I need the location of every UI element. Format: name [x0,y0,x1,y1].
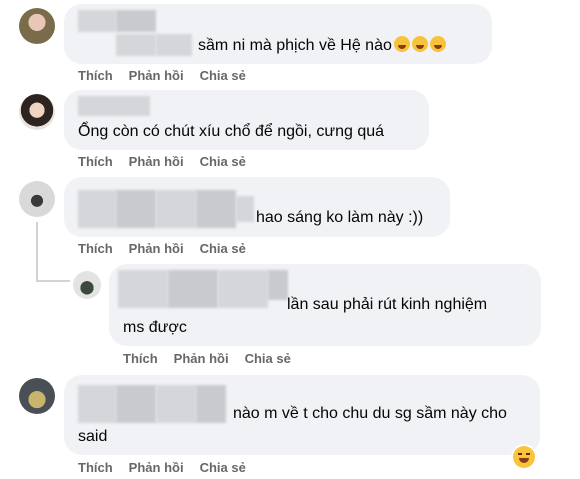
commenter-avatar[interactable] [19,181,55,217]
comment-actions: Thích Phản hồi Chia sẻ [78,68,262,83]
redacted-name [78,190,116,228]
reply-thread-line [36,280,70,282]
like-button[interactable]: Thích [78,241,113,256]
redacted-name [116,190,156,228]
redacted-name [236,196,254,222]
comment-text: lần sau phải rút kinh nghiệm [287,296,488,313]
redacted-name [78,385,116,423]
share-button[interactable]: Chia sẻ [200,68,246,83]
redacted-name [268,270,288,300]
redacted-name [156,34,192,56]
redacted-name [156,190,196,228]
redacted-name [116,10,156,32]
comment-text: said [78,428,108,445]
share-button[interactable]: Chia sẻ [200,460,246,475]
like-button[interactable]: Thích [78,460,113,475]
commenter-avatar[interactable] [73,271,101,299]
rofl-emoji [411,36,428,52]
redacted-name [168,270,218,308]
rofl-emoji [393,36,410,52]
commenter-avatar[interactable] [19,8,55,44]
laughing-emoji[interactable] [513,446,535,468]
commenter-avatar[interactable] [19,94,55,130]
redacted-name [196,385,226,423]
redacted-name [156,385,196,423]
reply-button[interactable]: Phản hồi [129,241,184,256]
comment-text: sầm ni mà phịch về Hệ nào [198,35,446,57]
share-button[interactable]: Chia sẻ [245,351,291,366]
rofl-emoji [429,36,446,52]
comment-actions: Thích Phản hồi Chia sẻ [78,154,262,169]
reply-button[interactable]: Phản hồi [129,68,184,83]
reply-thread-line [36,222,38,280]
share-button[interactable]: Chia sẻ [200,154,246,169]
redacted-name [78,96,150,116]
reply-button[interactable]: Phản hồi [129,460,184,475]
comment-actions: Thích Phản hồi Chia sẻ [123,351,307,366]
redacted-name [78,10,116,32]
comment-text: ms được [123,319,187,336]
redacted-name [116,385,156,423]
commenter-avatar[interactable] [19,378,55,414]
redacted-name [196,190,236,228]
reply-button[interactable]: Phản hồi [129,154,184,169]
like-button[interactable]: Thích [78,154,113,169]
share-button[interactable]: Chia sẻ [200,241,246,256]
comment-actions: Thích Phản hồi Chia sẻ [78,460,262,475]
redacted-name [116,34,156,56]
comment-actions: Thích Phản hồi Chia sẻ [78,241,262,256]
redacted-name [118,270,168,308]
like-button[interactable]: Thích [78,68,113,83]
redacted-name [218,270,268,308]
comment-text: hao sáng ko làm này :)) [256,209,424,226]
like-button[interactable]: Thích [123,351,158,366]
comment-text: Ổng còn có chút xíu chổ để ngồi, cưng qu… [78,123,385,140]
comment-text: nào m về t cho chu du sg sầm này cho [233,405,507,422]
reply-button[interactable]: Phản hồi [174,351,229,366]
